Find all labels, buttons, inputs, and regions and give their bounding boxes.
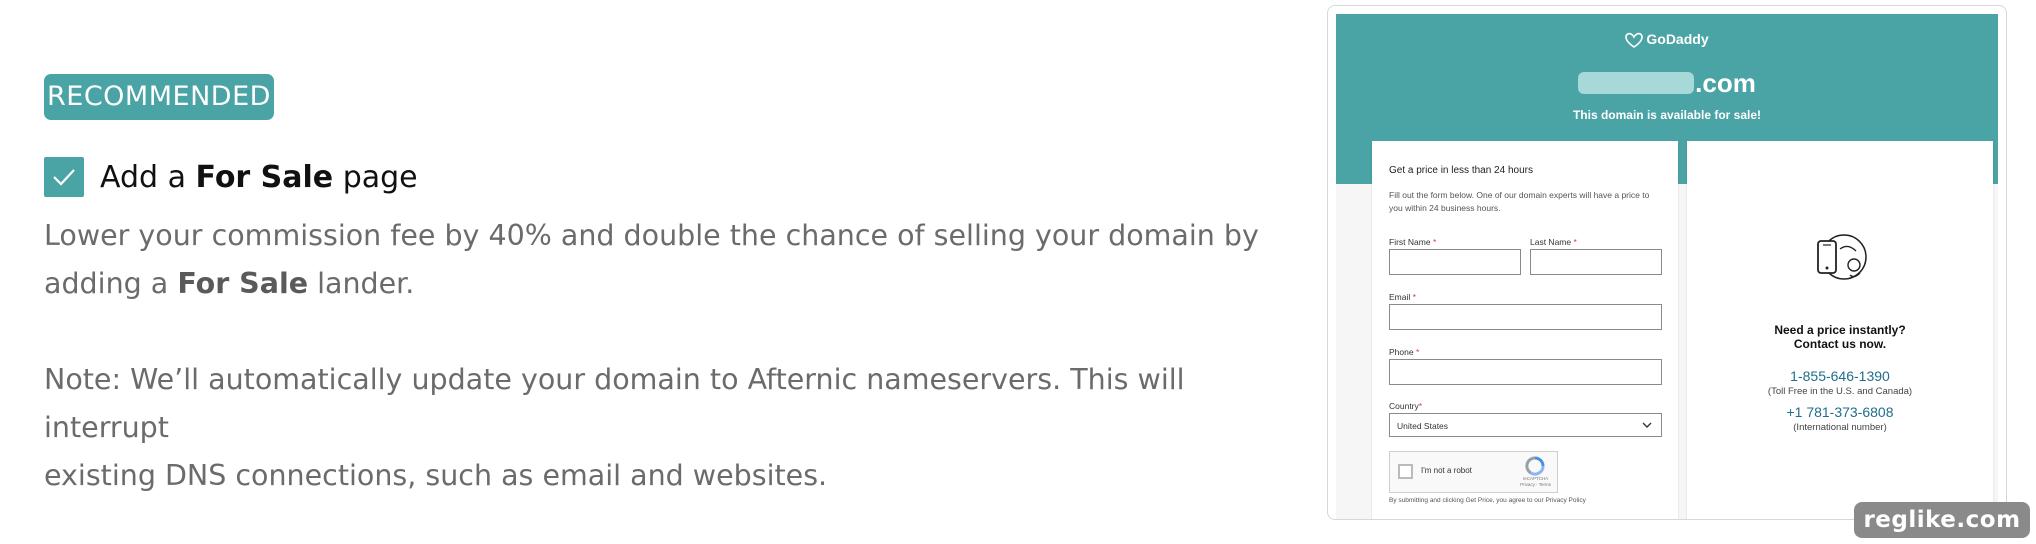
watermark-badge: reglike.com [1854,502,2030,538]
email-field[interactable] [1389,304,1662,330]
for-sale-option-label: Add a For Sale page [100,159,418,195]
phone-support-icon [1817,234,1867,280]
toll-free-phone-note: (Toll Free in the U.S. and Canada) [1767,386,1913,397]
email-label: Email * [1389,292,1416,302]
toll-free-phone-link[interactable]: 1-855-646-1390 [1687,368,1993,384]
form-title: Get a price in less than 24 hours [1389,165,1533,176]
option-description: Lower your commission fee by 40% and dou… [44,219,1259,300]
recaptcha-logo-icon [1525,456,1545,476]
for-sale-option-row[interactable]: Add a For Sale page [44,156,1314,198]
nameserver-note: Note: We’ll automatically update your do… [44,363,1185,492]
country-select[interactable]: United States [1389,413,1662,437]
chevron-down-icon [1642,422,1652,428]
international-phone-link[interactable]: +1 781-373-6808 [1687,404,1993,420]
first-name-field[interactable] [1389,249,1521,275]
country-label: Country* [1389,401,1423,411]
last-name-label: Last Name * [1530,237,1577,247]
form-description: Fill out the form below. One of our doma… [1389,190,1650,213]
brand-logo: GoDaddy [1336,31,1998,49]
privacy-terms-text: By submitting and clicking Get Price, yo… [1389,497,1586,504]
availability-text: This domain is available for sale! [1572,108,1762,122]
for-sale-checkbox[interactable] [44,157,84,197]
recaptcha-widget: I'm not a robot reCAPTCHA Privacy - Terms [1389,451,1558,493]
for-sale-lander-preview: GoDaddy .com This domain is available fo… [1327,5,2007,520]
contact-heading: Need a price instantly? Contact us now. [1774,323,1906,351]
recaptcha-brand: reCAPTCHA Privacy - Terms [1520,476,1551,487]
for-sale-option-panel: RECOMMENDED Add a For Sale page Lower yo… [44,74,1314,500]
phone-label: Phone * [1389,347,1420,357]
recaptcha-checkbox[interactable] [1398,464,1413,479]
domain-name: .com [1336,68,1998,99]
blurred-domain [1578,72,1695,94]
first-name-label: First Name * [1389,237,1437,247]
price-request-form: Get a price in less than 24 hours Fill o… [1372,141,1678,519]
phone-field[interactable] [1389,359,1662,385]
recommended-badge: RECOMMENDED [44,74,274,120]
international-phone-note: (International number) [1793,422,1887,433]
godaddy-logo-icon [1625,33,1644,49]
recaptcha-label: I'm not a robot [1421,466,1472,475]
checkmark-icon [53,169,75,186]
last-name-field[interactable] [1530,249,1662,275]
contact-card: Need a price instantly? Contact us now. 1… [1687,141,1993,519]
